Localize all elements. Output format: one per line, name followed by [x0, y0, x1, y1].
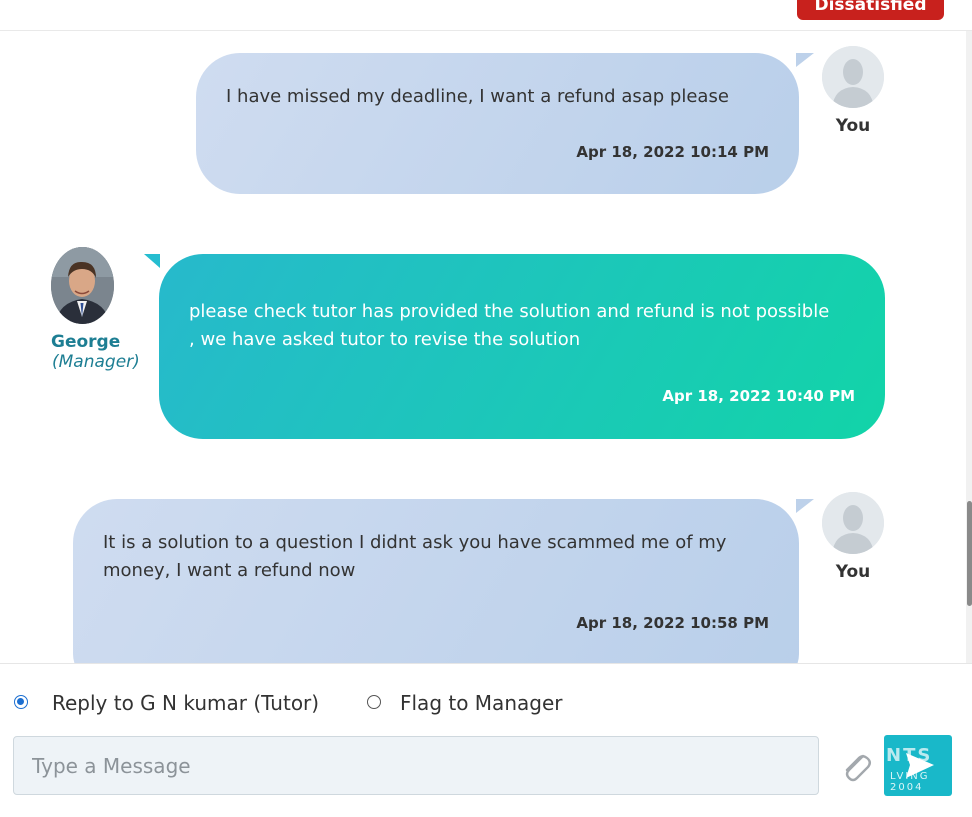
message-text: It is a solution to a question I didnt a… — [103, 532, 727, 581]
message-input[interactable] — [13, 736, 819, 795]
avatar-icon — [822, 46, 884, 108]
message-timestamp: Apr 18, 2022 10:14 PM — [576, 143, 769, 161]
flag-radio-label[interactable]: Flag to Manager — [400, 691, 562, 715]
watermark-text: LVING — [890, 771, 930, 782]
message-text: please check tutor has provided the solu… — [189, 301, 830, 350]
reply-radio[interactable] — [14, 695, 28, 709]
chat-scrollbar[interactable] — [966, 31, 972, 663]
message-timestamp: Apr 18, 2022 10:40 PM — [662, 387, 855, 405]
message-bubble-outgoing: It is a solution to a question I didnt a… — [73, 499, 799, 663]
message-text: I have missed my deadline, I want a refu… — [226, 86, 729, 107]
watermark-text: 2004 — [890, 782, 924, 793]
bubble-tail — [144, 254, 160, 268]
watermark-text: NTS — [886, 745, 933, 766]
status-badge[interactable]: Dissatisfied — [797, 0, 944, 20]
reply-radio-label[interactable]: Reply to G N kumar (Tutor) — [52, 691, 319, 715]
sender-name: You — [835, 562, 871, 582]
sender-name: George — [51, 332, 121, 352]
scrollbar-thumb[interactable] — [967, 501, 972, 606]
paperclip-icon[interactable] — [836, 746, 876, 786]
chat-thread[interactable]: I have missed my deadline, I want a refu… — [0, 31, 966, 663]
sender-name: You — [835, 116, 871, 136]
message-bubble-incoming: please check tutor has provided the solu… — [159, 254, 885, 439]
message-composer: Reply to G N kumar (Tutor) Flag to Manag… — [0, 663, 972, 817]
message-timestamp: Apr 18, 2022 10:58 PM — [576, 614, 769, 632]
top-bar: Dissatisfied — [0, 0, 972, 31]
flag-radio[interactable] — [367, 695, 381, 709]
avatar-icon — [822, 492, 884, 554]
sender-role: (Manager) — [52, 352, 140, 372]
manager-avatar — [51, 247, 114, 324]
message-bubble-outgoing: I have missed my deadline, I want a refu… — [196, 53, 799, 194]
bubble-tail — [796, 499, 814, 513]
bubble-tail — [796, 53, 814, 67]
